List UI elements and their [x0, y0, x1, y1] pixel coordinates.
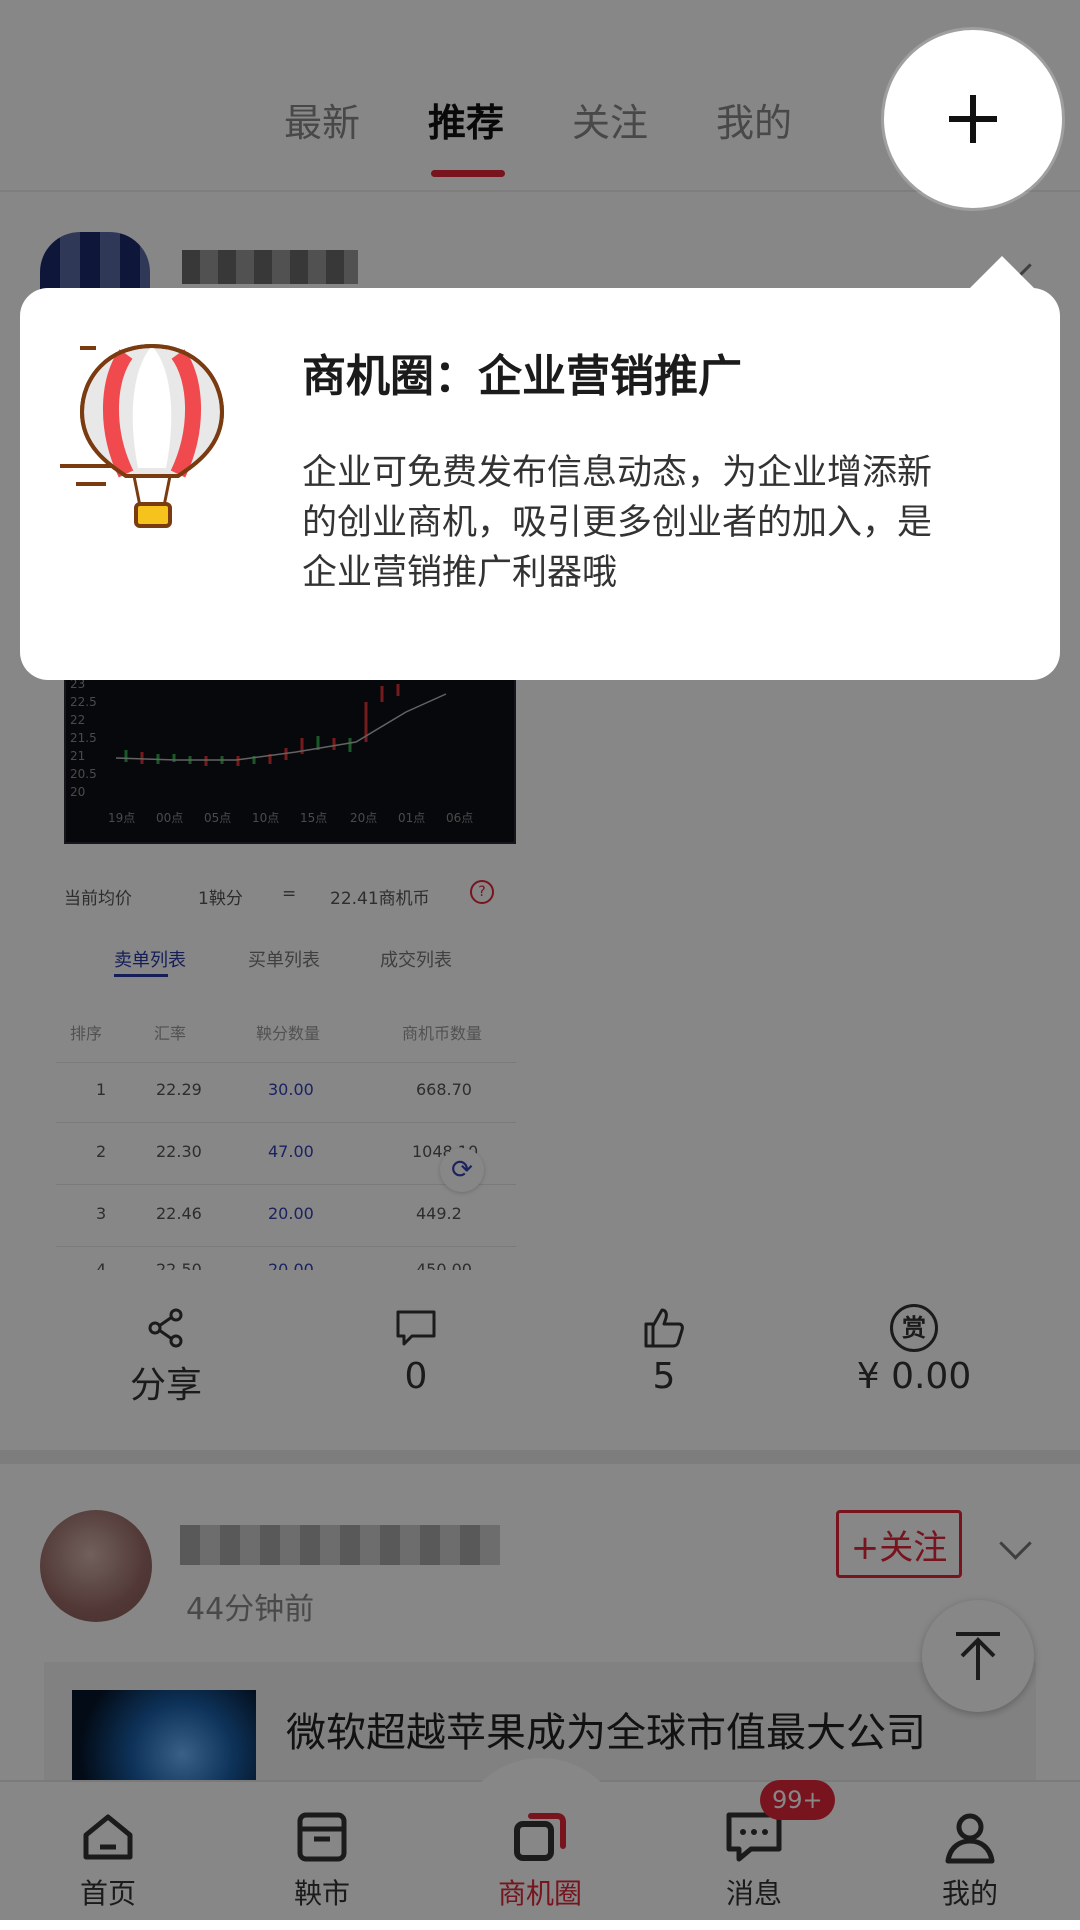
tooltip-arrow — [968, 256, 1036, 290]
tooltip-body: 企业可免费发布信息动态，为企业增添新的创业商机，吸引更多创业者的加入，是企业营销… — [302, 453, 933, 593]
hot-air-balloon-icon — [60, 343, 225, 528]
create-post-button[interactable] — [884, 30, 1062, 208]
plus-icon — [949, 95, 997, 143]
tooltip-title: 商机圈：企业营销推广 — [302, 351, 742, 402]
